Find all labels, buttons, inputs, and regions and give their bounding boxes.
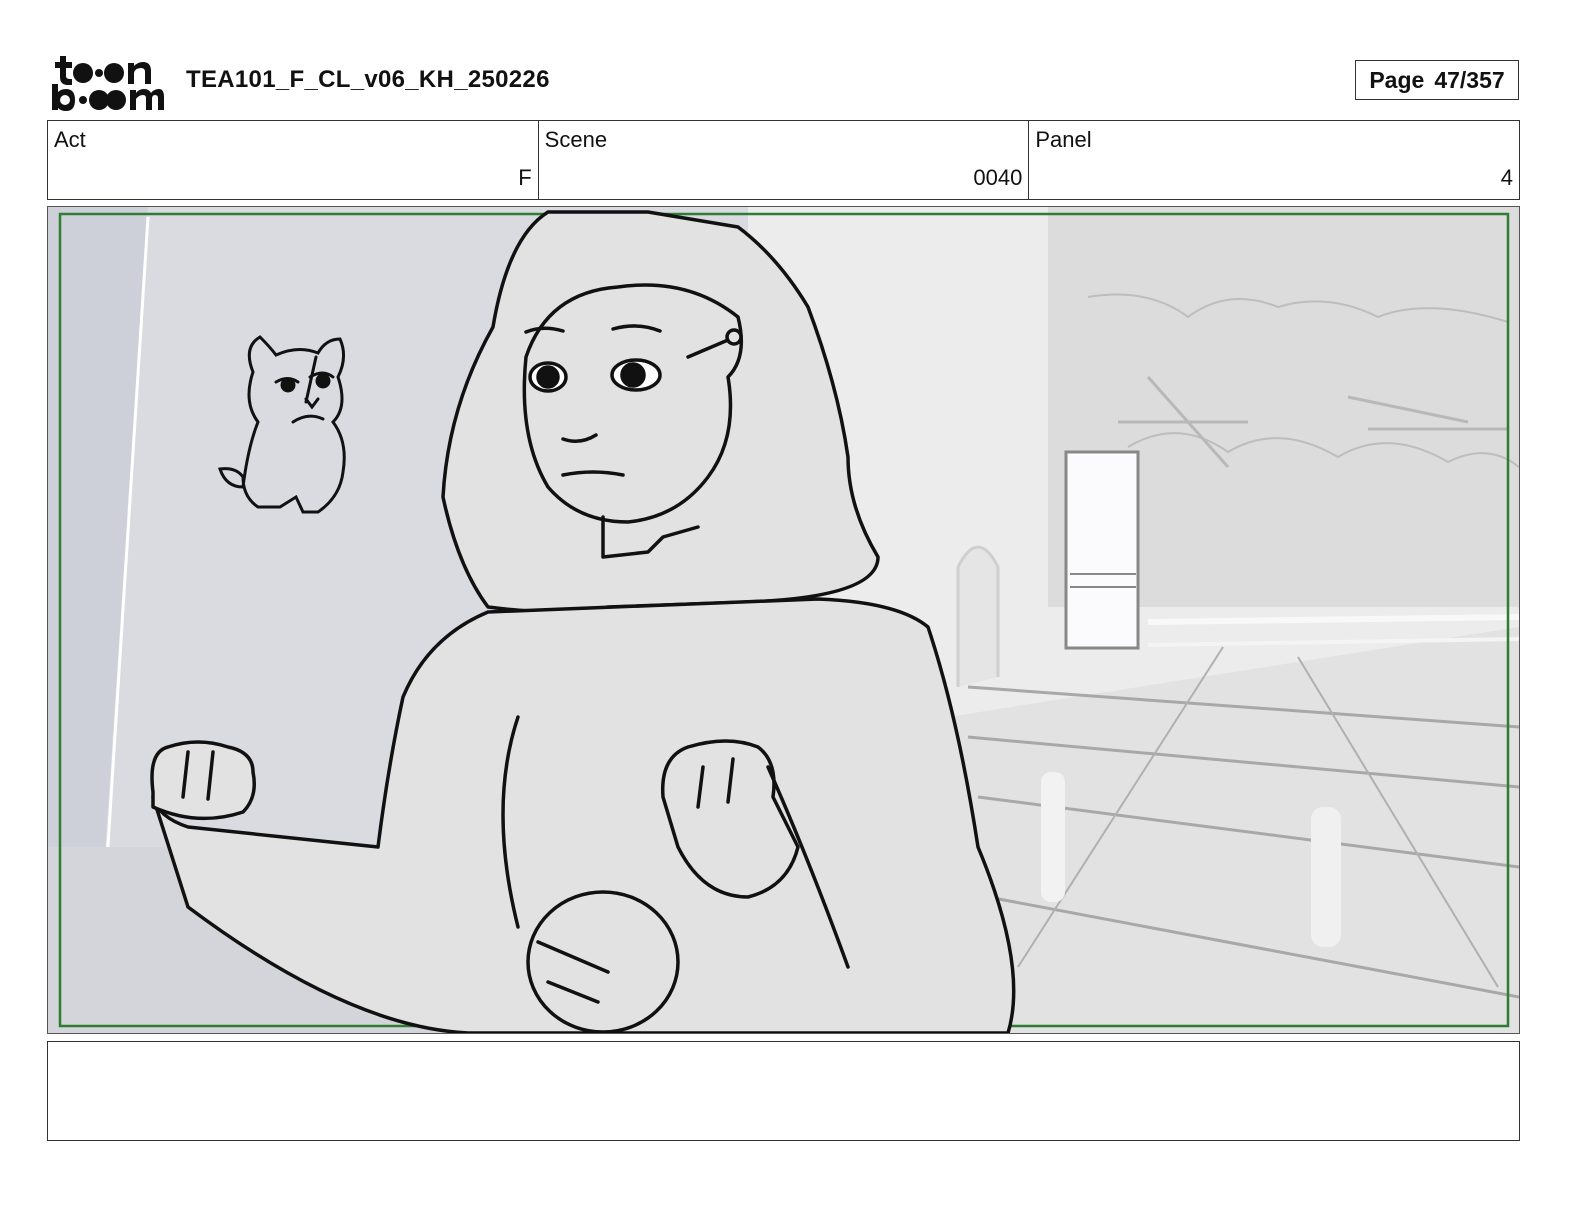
notes-box <box>47 1041 1520 1141</box>
act-value: F <box>518 165 532 190</box>
act-cell: Act F <box>48 121 538 199</box>
panel-value: 4 <box>1500 165 1514 190</box>
scene-label: Scene <box>544 127 608 152</box>
scene-value: 0040 <box>973 165 1023 190</box>
panel-cell: Panel 4 <box>1028 121 1519 199</box>
act-label: Act <box>54 127 86 152</box>
storyboard-sketch <box>48 207 1519 1033</box>
scene-cell: Scene 0040 <box>537 121 1029 199</box>
document-title: TEA101_F_CL_v06_KH_250226 <box>186 66 550 93</box>
panel-label: Panel <box>1035 127 1092 152</box>
page-label: Page <box>1369 66 1425 93</box>
page-indicator: Page 47/357 <box>1355 60 1519 100</box>
storyboard-panel <box>47 206 1520 1034</box>
page-number: 47/357 <box>1434 66 1505 93</box>
shot-info-table: Act F Scene 0040 Panel 4 <box>47 120 1520 200</box>
toon-boom-logo <box>52 56 164 111</box>
